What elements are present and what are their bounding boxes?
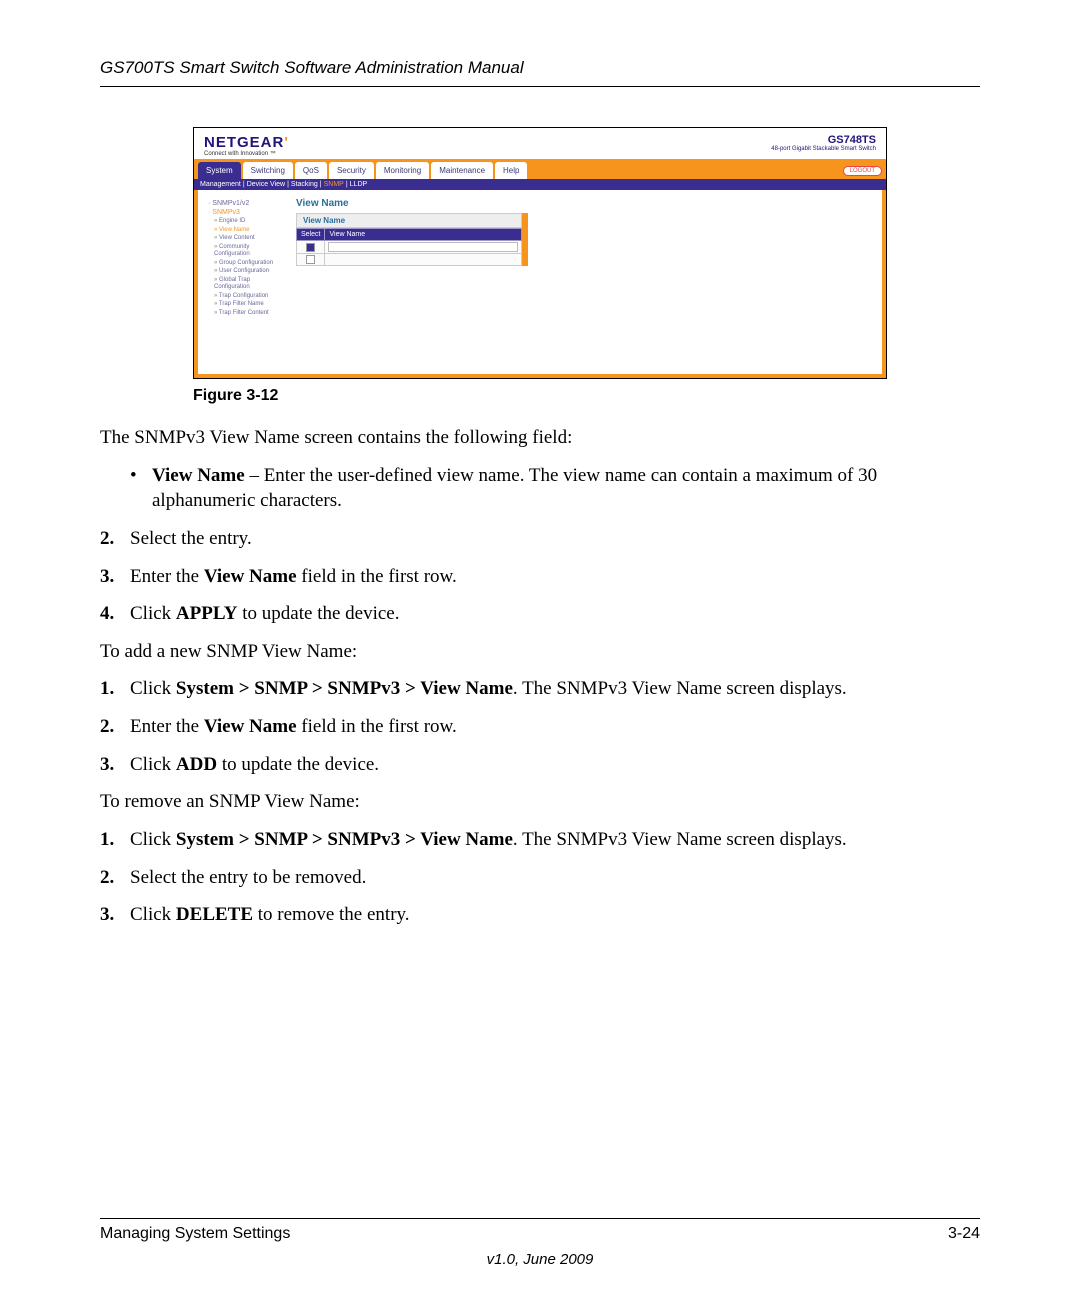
- side-trap-config[interactable]: » Trap Configuration: [214, 293, 286, 301]
- body-text: The SNMPv3 View Name screen contains the…: [100, 425, 980, 928]
- screenshot-body: · SNMPv1/v2 · SNMPv3 » Engine ID » View …: [194, 190, 886, 378]
- page-footer: Managing System Settings 3-24 v1.0, June…: [100, 1218, 980, 1268]
- subnav-lldp[interactable]: LLDP: [350, 181, 368, 188]
- table-row: [297, 254, 522, 266]
- step-4: 4. Click APPLY to update the device.: [100, 601, 980, 627]
- subnav-snmp[interactable]: SNMP: [324, 181, 344, 188]
- col-select: Select: [297, 229, 325, 241]
- side-trap-filter-name[interactable]: » Trap Filter Name: [214, 301, 286, 309]
- footer-section: Managing System Settings: [100, 1225, 290, 1243]
- panel-header: View Name: [296, 213, 522, 228]
- side-view-name[interactable]: » View Name: [214, 227, 286, 235]
- panel-title: View Name: [296, 198, 876, 209]
- bullet-icon: •: [130, 463, 152, 514]
- bullet-rest: – Enter the user-defined view name. The …: [152, 465, 877, 512]
- side-trap-filter-content[interactable]: » Trap Filter Content: [214, 310, 286, 318]
- figure-caption: Figure 3-12: [193, 387, 887, 405]
- table-row: [297, 241, 522, 254]
- product-block: GS748TS 48-port Gigabit Stackable Smart …: [771, 134, 876, 152]
- col-view-name: View Name: [325, 229, 522, 241]
- footer-version: v1.0, June 2009: [100, 1251, 980, 1268]
- product-desc: 48-port Gigabit Stackable Smart Switch: [771, 146, 876, 152]
- add-header: To add a new SNMP View Name:: [100, 639, 980, 665]
- add-step-2: 2. Enter the View Name field in the firs…: [100, 714, 980, 740]
- bullet-label: View Name: [152, 465, 245, 486]
- brand-tagline: Connect with Innovation ™: [204, 151, 289, 157]
- main-panel: View Name View Name Select View Name: [286, 198, 876, 360]
- tab-switching[interactable]: Switching: [243, 162, 293, 179]
- row2-view-name-cell: [325, 254, 522, 266]
- view-name-panel: View Name Select View Name: [296, 213, 528, 266]
- footer-page: 3-24: [948, 1225, 980, 1243]
- logout-button[interactable]: LOGOUT: [843, 166, 882, 176]
- side-engine-id[interactable]: » Engine ID: [214, 218, 286, 226]
- brand-name: NETGEAR': [204, 134, 289, 151]
- subnav-device-view[interactable]: Device View: [247, 181, 285, 188]
- figure-wrap: NETGEAR' Connect with Innovation ™ GS748…: [193, 127, 887, 405]
- rem-step-3: 3. Click DELETE to remove the entry.: [100, 902, 980, 928]
- side-community-config[interactable]: » Community Configuration: [214, 244, 286, 259]
- side-nav: · SNMPv1/v2 · SNMPv3 » Engine ID » View …: [204, 198, 286, 360]
- side-view-content[interactable]: » View Content: [214, 235, 286, 243]
- step-3: 3. Enter the View Name field in the firs…: [100, 564, 980, 590]
- row2-checkbox[interactable]: [306, 255, 315, 264]
- row1-view-name-input[interactable]: [328, 242, 518, 252]
- add-step-3: 3. Click ADD to update the device.: [100, 752, 980, 778]
- tab-maintenance[interactable]: Maintenance: [431, 162, 493, 179]
- side-group-config[interactable]: » Group Configuration: [214, 260, 286, 268]
- main-tabs: System Switching QoS Security Monitoring…: [194, 159, 886, 179]
- tab-help[interactable]: Help: [495, 162, 527, 179]
- side-user-config[interactable]: » User Configuration: [214, 268, 286, 276]
- add-step-1: 1. Click System > SNMP > SNMPv3 > View N…: [100, 676, 980, 702]
- rem-step-1: 1. Click System > SNMP > SNMPv3 > View N…: [100, 827, 980, 853]
- page-header: GS700TS Smart Switch Software Administra…: [100, 58, 980, 87]
- doc-title: GS700TS Smart Switch Software Administra…: [100, 58, 524, 77]
- subnav-stacking[interactable]: Stacking: [291, 181, 318, 188]
- sub-nav: Management| Device View| Stacking| SNMP|…: [194, 179, 886, 190]
- tab-monitoring[interactable]: Monitoring: [376, 162, 429, 179]
- tab-qos[interactable]: QoS: [295, 162, 327, 179]
- row1-checkbox[interactable]: [306, 243, 315, 252]
- side-cat-snmpv12[interactable]: · SNMPv1/v2: [208, 200, 286, 207]
- product-model: GS748TS: [771, 134, 876, 146]
- intro-text: The SNMPv3 View Name screen contains the…: [100, 425, 980, 451]
- bullet-view-name: • View Name – Enter the user-defined vie…: [130, 463, 980, 514]
- rem-step-2: 2. Select the entry to be removed.: [100, 865, 980, 891]
- remove-header: To remove an SNMP View Name:: [100, 789, 980, 815]
- screenshot-header: NETGEAR' Connect with Innovation ™ GS748…: [194, 128, 886, 159]
- netgear-screenshot: NETGEAR' Connect with Innovation ™ GS748…: [193, 127, 887, 379]
- subnav-management[interactable]: Management: [200, 181, 241, 188]
- side-global-trap-config[interactable]: » Global Trap Configuration: [214, 277, 286, 292]
- brand-block: NETGEAR' Connect with Innovation ™: [204, 134, 289, 157]
- view-name-table: Select View Name: [296, 228, 522, 266]
- side-cat-snmpv3[interactable]: · SNMPv3: [208, 209, 286, 216]
- step-2: 2. Select the entry.: [100, 526, 980, 552]
- tab-system[interactable]: System: [198, 162, 241, 179]
- tab-security[interactable]: Security: [329, 162, 374, 179]
